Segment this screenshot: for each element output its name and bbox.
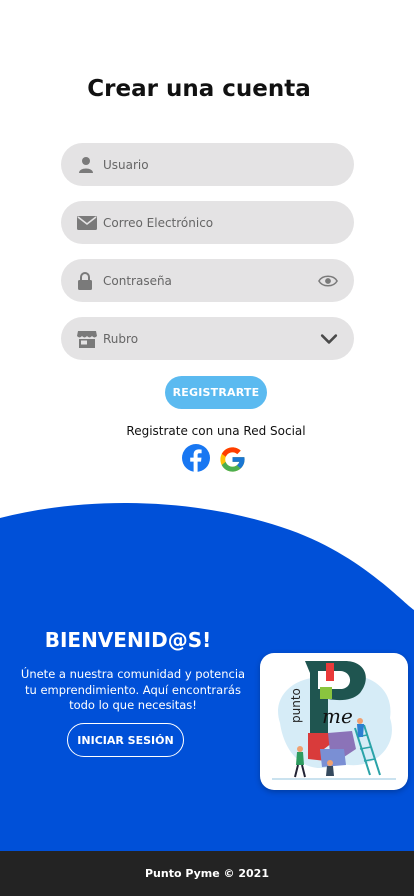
welcome-text: Únete a nuestra comunidad y potencia tu … xyxy=(8,667,258,714)
logo-word-punto: punto xyxy=(289,688,303,723)
rubro-select[interactable]: Rubro xyxy=(61,317,354,360)
social-login-label: Registrate con una Red Social xyxy=(126,424,306,438)
username-placeholder: Usuario xyxy=(103,157,149,172)
rubro-placeholder: Rubro xyxy=(103,331,139,346)
store-icon xyxy=(77,330,97,348)
chevron-down-icon[interactable] xyxy=(320,333,338,345)
google-icon[interactable] xyxy=(218,445,247,474)
footer-copyright: Punto Pyme © 2021 xyxy=(144,867,269,880)
user-icon xyxy=(79,156,93,173)
logo-word-me: me xyxy=(322,704,353,728)
login-button[interactable]: INICIAR SESIÓN xyxy=(67,723,184,757)
welcome-text-line: Únete a nuestra comunidad y potencia xyxy=(20,667,246,681)
welcome-title: BIENVENID@S! xyxy=(44,628,212,652)
punto-pyme-illustration: punto me xyxy=(272,661,396,780)
footer: Punto Pyme © 2021 xyxy=(0,851,414,896)
password-placeholder: Contraseña xyxy=(103,273,172,288)
facebook-icon[interactable] xyxy=(181,443,211,473)
email-field[interactable]: Correo Electrónico xyxy=(61,201,354,244)
eye-icon[interactable] xyxy=(318,273,338,289)
envelope-icon xyxy=(77,215,97,230)
welcome-text-line: todo lo que necesitas! xyxy=(69,698,197,712)
email-placeholder: Correo Electrónico xyxy=(103,215,214,230)
username-field[interactable]: Usuario xyxy=(61,143,354,186)
register-button[interactable]: REGISTRARTE xyxy=(165,376,267,409)
lock-icon xyxy=(78,271,92,290)
punto-pyme-logo-card: punto me xyxy=(260,653,408,790)
welcome-text-line: tu emprendimiento. Aquí encontrarás xyxy=(25,682,241,697)
page-title: Crear una cuenta xyxy=(87,76,311,102)
password-field[interactable]: Contraseña xyxy=(61,259,354,302)
